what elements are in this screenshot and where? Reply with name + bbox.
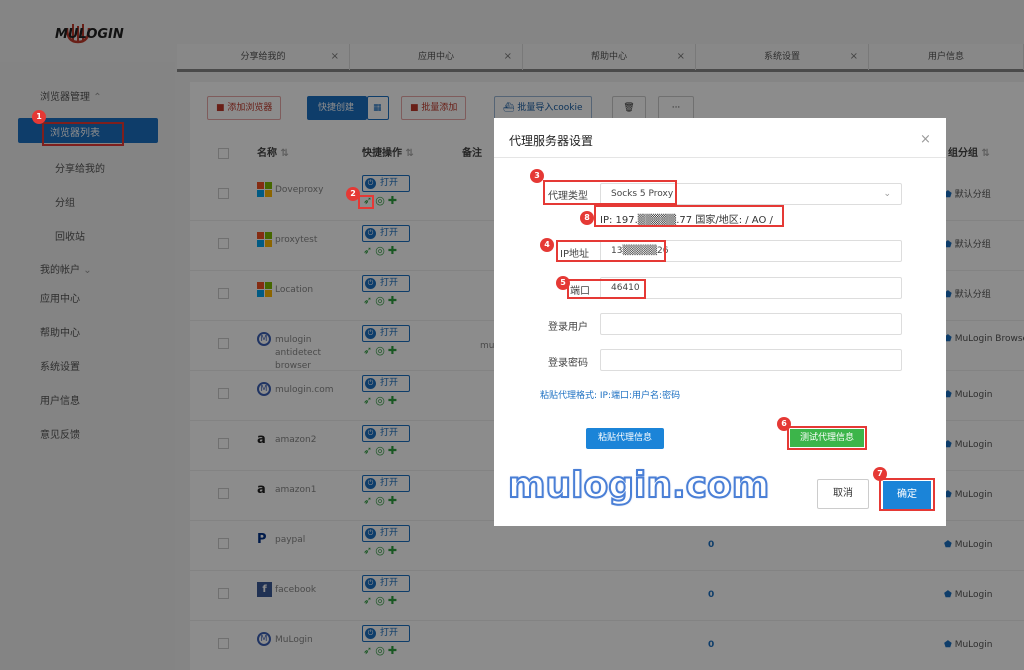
paste-format-hint: 粘贴代理格式: IP:端口:用户名:密码: [540, 391, 681, 401]
highlight-box: [594, 205, 784, 227]
paste-proxy-button[interactable]: 粘贴代理信息: [586, 428, 664, 449]
step-badge-3: 3: [530, 169, 544, 183]
step-badge-6: 6: [777, 417, 791, 431]
step-badge-7: 7: [873, 467, 887, 481]
highlight-box: [879, 478, 935, 511]
close-icon[interactable]: ×: [920, 132, 931, 147]
cancel-button[interactable]: 取消: [817, 479, 869, 509]
dialog-title: 代理服务器设置: [509, 134, 594, 148]
login-user-label: 登录用户: [548, 322, 588, 333]
highlight-box: [787, 426, 867, 450]
watermark-text: mulogin.com: [507, 464, 770, 507]
step-badge-1: 1: [32, 110, 46, 124]
step-badge-4: 4: [540, 238, 554, 252]
login-password-input[interactable]: [600, 349, 902, 371]
divider: [494, 157, 946, 158]
highlight-box: [567, 279, 646, 299]
highlight-box: [556, 240, 666, 262]
step-badge-5: 5: [556, 276, 570, 290]
chevron-down-icon: ⌄: [883, 189, 891, 199]
login-user-input[interactable]: [600, 313, 902, 335]
highlight-box: [543, 180, 677, 205]
highlight-box: [358, 195, 374, 209]
login-password-label: 登录密码: [548, 358, 588, 369]
step-badge-8: 8: [580, 211, 594, 225]
